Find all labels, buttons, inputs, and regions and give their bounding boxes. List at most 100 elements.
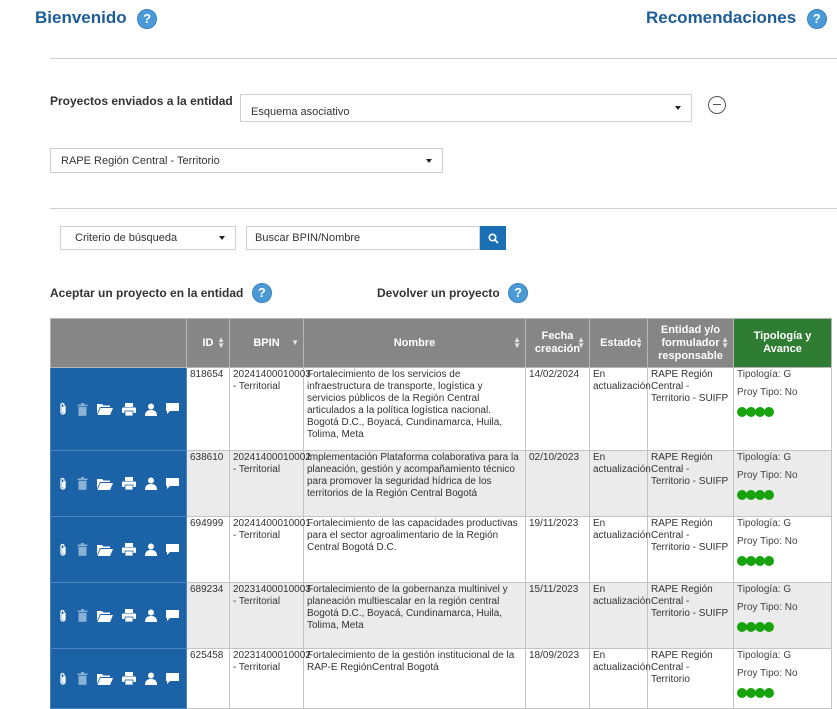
print-icon[interactable]	[122, 609, 137, 622]
header-label: Fecha creación	[534, 330, 581, 355]
trash-icon[interactable]	[77, 672, 88, 685]
comment-icon[interactable]	[166, 543, 180, 556]
progress-dot	[764, 556, 774, 566]
table-row: 638610 20241400010002 - Territorial Impl…	[50, 450, 832, 517]
folder-open-icon[interactable]	[96, 403, 113, 415]
cell-estado: En actualización	[589, 516, 651, 583]
folder-open-icon[interactable]	[96, 610, 113, 622]
tipologia-label: Tipología: G	[737, 650, 792, 661]
projects-table: ID ▲ ▼ BPIN ▼ Nombre ▲ ▼ Fecha creación ▲ ▼ Est…	[50, 318, 832, 709]
help-icon[interactable]: ?	[508, 283, 529, 303]
user-icon[interactable]	[145, 672, 158, 685]
print-icon[interactable]	[122, 672, 137, 685]
cell-estado: En actualización	[589, 648, 651, 709]
cell-nombre: Fortalecimiento de la gobernanza multini…	[303, 582, 526, 649]
user-icon[interactable]	[145, 543, 158, 556]
cell-tipologia: Tipología: G Proy Tipo: No	[733, 516, 832, 583]
folder-open-icon[interactable]	[96, 478, 113, 490]
comment-icon[interactable]	[166, 403, 180, 415]
help-icon[interactable]: ?	[137, 8, 158, 29]
progress-dot	[764, 688, 774, 698]
comment-icon[interactable]	[166, 672, 180, 685]
entity-select[interactable]: RAPE Región Central - Territorio	[50, 148, 443, 173]
recommendations-label: Recomendaciones	[646, 8, 797, 27]
cell-id: 638610	[186, 450, 230, 517]
folder-open-icon[interactable]	[96, 673, 113, 685]
proy-tipo-label: Proy Tipo: No	[737, 602, 798, 613]
search-button[interactable]	[480, 226, 506, 250]
progress-indicator	[737, 407, 828, 417]
cell-entidad: RAPE Región Central - Territorio - SUIFP	[647, 367, 734, 451]
welcome-link[interactable]: Bienvenido ?	[35, 8, 158, 29]
scheme-select[interactable]: Esquema asociativo	[240, 94, 692, 122]
table-row: 689234 20231400010003 - Territorial Fort…	[50, 582, 832, 649]
user-icon[interactable]	[145, 403, 158, 416]
paperclip-icon[interactable]	[58, 609, 68, 623]
print-icon[interactable]	[122, 543, 137, 556]
cell-bpin: 20231400010002 - Territorial	[229, 648, 311, 709]
cell-id: 625458	[186, 648, 230, 709]
progress-indicator	[737, 490, 828, 500]
print-icon[interactable]	[122, 402, 137, 416]
column-header-entidad[interactable]: Entidad y/o formulador responsable ▲ ▼	[647, 318, 734, 368]
help-icon[interactable]: ?	[806, 8, 827, 29]
criteria-select-value: Criterio de búsqueda	[75, 232, 178, 244]
sort-icon: ▲ ▼	[577, 335, 585, 350]
folder-open-icon[interactable]	[96, 544, 113, 556]
cell-fecha: 15/11/2023	[525, 582, 590, 649]
table-row: 625458 20231400010002 - Territorial Fort…	[50, 648, 832, 709]
column-header-nombre[interactable]: Nombre ▲ ▼	[303, 318, 526, 368]
paperclip-icon[interactable]	[58, 672, 68, 686]
trash-icon[interactable]	[77, 609, 88, 622]
proy-tipo-label: Proy Tipo: No	[737, 668, 798, 679]
user-icon[interactable]	[145, 477, 158, 490]
cell-id: 689234	[186, 582, 230, 649]
tipologia-label: Tipología: G	[737, 452, 792, 463]
trash-icon[interactable]	[77, 543, 88, 556]
user-icon[interactable]	[145, 609, 158, 622]
accept-project-action[interactable]: Aceptar un proyecto en la entidad ?	[50, 283, 272, 303]
header-label: ID	[202, 336, 214, 349]
caret-down-icon	[675, 106, 681, 110]
paperclip-icon[interactable]	[58, 543, 68, 557]
comment-icon[interactable]	[166, 477, 180, 490]
row-actions	[50, 367, 187, 451]
paperclip-icon[interactable]	[58, 477, 68, 491]
divider	[50, 58, 837, 59]
column-header-bpin[interactable]: BPIN ▼	[229, 318, 304, 368]
criteria-select[interactable]: Criterio de búsqueda	[60, 226, 236, 250]
cell-estado: En actualización	[589, 450, 651, 517]
cell-tipologia: Tipología: G Proy Tipo: No	[733, 367, 832, 451]
paperclip-icon[interactable]	[58, 402, 68, 416]
actions-column-header	[50, 318, 187, 368]
cell-tipologia: Tipología: G Proy Tipo: No	[733, 582, 832, 649]
help-icon[interactable]: ?	[251, 283, 272, 303]
tipologia-label: Tipología: G	[737, 518, 792, 529]
scheme-select-value: Esquema asociativo	[251, 106, 350, 118]
cell-id: 694999	[186, 516, 230, 583]
row-actions	[50, 516, 187, 583]
divider	[50, 208, 837, 209]
minus-circle-icon[interactable]	[708, 96, 726, 114]
search-input[interactable]: Buscar BPIN/Nombre	[246, 226, 480, 250]
comment-icon[interactable]	[166, 609, 180, 622]
progress-dot	[764, 490, 774, 500]
cell-entidad: RAPE Región Central - Territorio - SUIFP	[647, 450, 734, 517]
caret-down-icon	[426, 158, 432, 163]
cell-bpin: 20241400010002 - Territorial	[229, 450, 311, 517]
print-icon[interactable]	[122, 477, 137, 490]
cell-fecha: 02/10/2023	[525, 450, 590, 517]
proy-tipo-label: Proy Tipo: No	[737, 470, 798, 481]
column-header-estado[interactable]: Estado ▲ ▼	[589, 318, 648, 368]
column-header-id[interactable]: ID ▲ ▼	[186, 318, 230, 368]
progress-indicator	[737, 688, 828, 698]
trash-icon[interactable]	[77, 402, 88, 416]
return-project-action[interactable]: Devolver un proyecto ?	[377, 283, 529, 303]
header-label: Tipología y Avance	[753, 330, 812, 355]
return-project-label: Devolver un proyecto	[377, 286, 500, 301]
column-header-fecha[interactable]: Fecha creación ▲ ▼	[525, 318, 590, 368]
trash-icon[interactable]	[77, 477, 88, 490]
cell-estado: En actualización	[589, 582, 651, 649]
recommendations-link[interactable]: Recomendaciones ?	[646, 8, 827, 29]
cell-tipologia: Tipología: G Proy Tipo: No	[733, 648, 832, 709]
